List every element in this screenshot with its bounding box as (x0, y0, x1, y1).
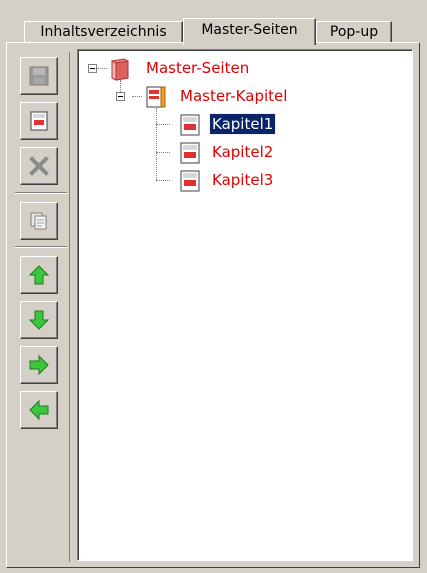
tree-connector (156, 108, 157, 180)
save-button[interactable] (20, 57, 58, 95)
tree-node-kapitel3[interactable]: Kapitel3 (210, 170, 275, 190)
page-icon (178, 169, 202, 197)
page-icon (178, 141, 202, 169)
tab-bar: Inhaltsverzeichnis Master-Seiten Pop-up (24, 18, 414, 45)
tree-connector (132, 96, 142, 97)
collapse-root-toggle[interactable] (88, 64, 97, 73)
page-icon (178, 113, 202, 141)
tree-connector (156, 152, 170, 153)
tree-connector (156, 124, 170, 125)
outdent-button[interactable] (20, 391, 58, 429)
tree-node-kapitel1[interactable]: Kapitel1 (208, 113, 277, 135)
new-page-button[interactable] (20, 102, 58, 140)
chapter-icon (144, 85, 168, 113)
arrow-left-icon (29, 399, 49, 421)
delete-button[interactable] (20, 147, 58, 185)
collapse-chapter-toggle[interactable] (116, 92, 125, 101)
save-disk-icon (29, 66, 49, 86)
toolbar-separator (15, 246, 67, 248)
delete-x-icon (29, 156, 49, 176)
toolbar-divider (69, 52, 70, 562)
book-icon (108, 57, 132, 85)
copy-button[interactable] (20, 202, 58, 240)
tree-connector (156, 180, 170, 181)
tab-master-seiten[interactable]: Master-Seiten (183, 18, 316, 45)
master-pages-tree[interactable]: Master-Seiten Master-Kapitel Kapitel1 Ka… (77, 49, 413, 561)
side-toolbar (13, 52, 71, 562)
tree-node-kapitel2[interactable]: Kapitel2 (210, 142, 275, 162)
arrow-up-icon (28, 265, 50, 285)
master-pages-window: Inhaltsverzeichnis Master-Seiten Pop-up (0, 0, 427, 573)
move-up-button[interactable] (20, 256, 58, 294)
toolbar-separator (15, 192, 67, 194)
page-icon (30, 111, 48, 131)
tab-inhaltsverzeichnis[interactable]: Inhaltsverzeichnis (24, 21, 183, 43)
arrow-right-icon (29, 354, 49, 376)
tab-panel: Master-Seiten Master-Kapitel Kapitel1 Ka… (6, 42, 420, 568)
tab-pop-up[interactable]: Pop-up (316, 21, 392, 43)
copy-pages-icon (30, 212, 47, 230)
tree-connector (97, 68, 107, 69)
tree-node-master-seiten[interactable]: Master-Seiten (144, 58, 251, 78)
indent-button[interactable] (20, 346, 58, 384)
arrow-down-icon (28, 310, 50, 330)
tree-node-master-kapitel[interactable]: Master-Kapitel (178, 86, 289, 106)
move-down-button[interactable] (20, 301, 58, 339)
